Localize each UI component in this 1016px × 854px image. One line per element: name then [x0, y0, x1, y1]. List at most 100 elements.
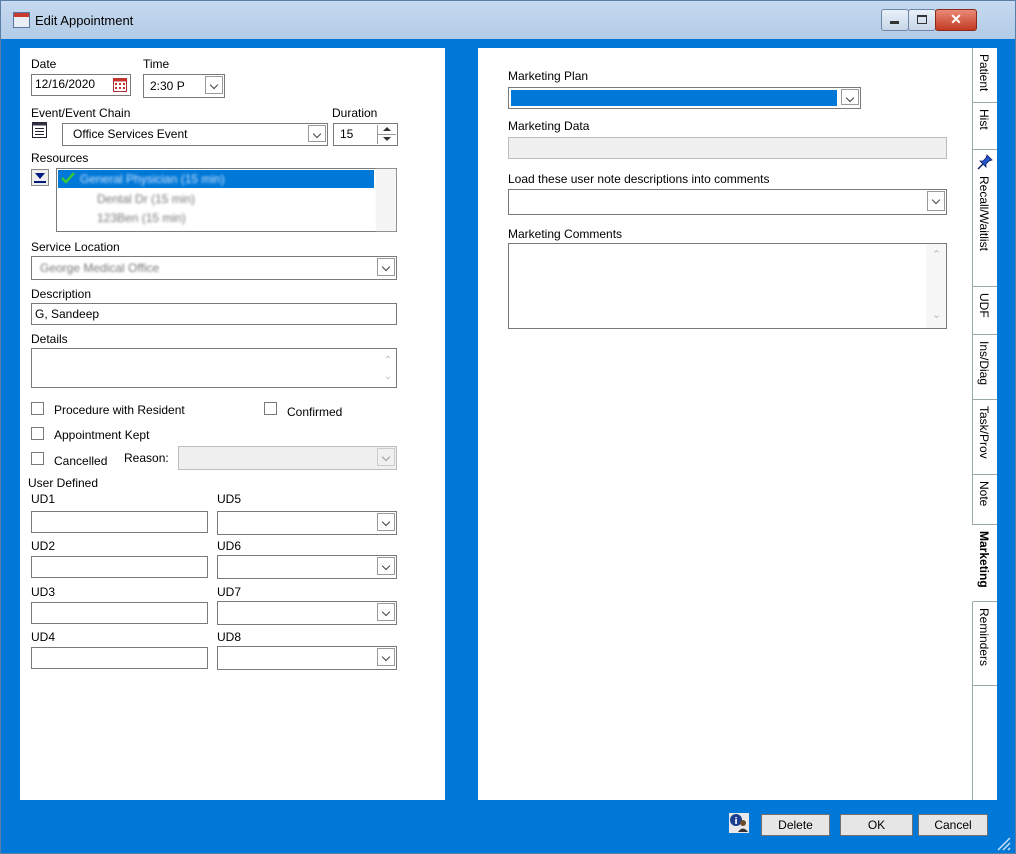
list-item-selected[interactable]: General Physician (15 min) — [58, 170, 374, 188]
details-label: Details — [31, 332, 68, 346]
marketing-comments-textarea[interactable]: ⌃ ⌄ — [508, 243, 947, 329]
date-value: 12/16/2020 — [35, 77, 96, 91]
duration-label: Duration — [332, 106, 378, 120]
ud4-input[interactable] — [31, 647, 208, 669]
chevron-down-icon[interactable] — [308, 125, 326, 142]
triangle-down-icon — [35, 173, 45, 179]
event-list-icon[interactable] — [32, 122, 47, 138]
comments-scrollbar[interactable]: ⌃ ⌄ — [926, 244, 946, 328]
ud5-select[interactable] — [217, 511, 397, 535]
info-help-icon[interactable]: i — [729, 813, 749, 833]
ud5-label: UD5 — [217, 492, 242, 506]
ud6-select[interactable] — [217, 555, 397, 579]
scroll-down-icon[interactable]: ⌄ — [932, 308, 941, 321]
tab-ins-diag[interactable]: Ins/Diag — [973, 335, 997, 400]
chevron-down-icon[interactable] — [377, 448, 395, 466]
tab-label: Hist — [977, 109, 991, 130]
tab-task-prov[interactable]: Task/Prov — [973, 400, 997, 475]
resources-menu-button[interactable] — [31, 169, 49, 186]
ud7-label: UD7 — [217, 585, 242, 599]
scroll-up-icon[interactable]: ⌃ — [384, 355, 392, 366]
ud1-input[interactable] — [31, 511, 208, 533]
cancel-button[interactable]: Cancel — [918, 814, 988, 836]
ud2-label: UD2 — [31, 539, 56, 553]
marketing-panel: Marketing Plan Marketing Data Load these… — [478, 48, 973, 800]
chevron-down-icon[interactable] — [377, 513, 395, 531]
procedure-with-resident-label: Procedure with Resident — [54, 403, 185, 417]
cancelled-checkbox[interactable] — [31, 452, 44, 465]
ud1-label: UD1 — [31, 492, 56, 506]
service-location-select[interactable]: George Medical Office — [31, 256, 397, 280]
appointment-kept-label: Appointment Kept — [54, 428, 150, 442]
marketing-plan-select[interactable] — [508, 87, 861, 109]
date-field[interactable]: 12/16/2020 — [31, 74, 131, 96]
event-value: Office Services Event — [73, 127, 188, 141]
maximize-button[interactable] — [908, 9, 936, 31]
ok-button[interactable]: OK — [840, 814, 913, 836]
time-select[interactable]: 2:30 P — [143, 74, 225, 98]
tab-hist[interactable]: Hist — [973, 103, 997, 150]
calendar-picker-icon[interactable] — [113, 78, 127, 92]
duration-stepper[interactable]: 15 — [333, 123, 398, 146]
spin-up-icon[interactable] — [383, 127, 391, 131]
reason-select[interactable] — [178, 446, 397, 470]
ud3-input[interactable] — [31, 602, 208, 624]
appointment-details-panel: Date 12/16/2020 Time 2:30 P Event/Event … — [20, 48, 445, 800]
tab-note[interactable]: Note — [973, 475, 997, 525]
tab-udf[interactable]: UDF — [973, 287, 997, 335]
date-label: Date — [31, 57, 57, 71]
tab-label: UDF — [977, 293, 991, 318]
window-title: Edit Appointment — [35, 13, 134, 28]
chevron-down-icon[interactable] — [841, 89, 859, 105]
tab-recall-waitlist[interactable]: Recall/Waitlist — [973, 150, 997, 287]
load-notes-select[interactable] — [508, 189, 947, 215]
spin-down-icon[interactable] — [383, 137, 391, 141]
ud2-input[interactable] — [31, 556, 208, 578]
marketing-data-label: Marketing Data — [508, 119, 590, 133]
duration-value: 15 — [340, 127, 354, 141]
tab-label: Task/Prov — [977, 406, 991, 459]
vertical-tab-strip: Patient Hist Recall/Waitlist UDF Ins/Dia… — [972, 48, 997, 800]
details-textarea[interactable]: ⌃ ⌄ — [31, 348, 397, 388]
title-bar[interactable]: Edit Appointment ✕ — [1, 1, 1015, 39]
appointment-kept-checkbox[interactable] — [31, 427, 44, 440]
tab-label: Ins/Diag — [977, 341, 991, 386]
minimize-icon — [882, 10, 908, 30]
minimize-button[interactable] — [881, 9, 909, 31]
chevron-down-icon[interactable] — [377, 258, 395, 276]
chevron-down-icon[interactable] — [377, 557, 395, 575]
resize-grip-icon[interactable] — [996, 836, 1012, 852]
chevron-down-icon[interactable] — [377, 648, 395, 666]
list-item[interactable]: 123Ben (15 min) — [97, 211, 186, 225]
tab-reminders[interactable]: Reminders — [973, 602, 997, 686]
user-defined-label: User Defined — [28, 476, 99, 490]
description-input[interactable]: G, Sandeep — [31, 303, 397, 325]
confirmed-checkbox[interactable] — [264, 402, 277, 415]
spin-buttons[interactable] — [377, 125, 396, 144]
chevron-down-icon[interactable] — [205, 76, 223, 94]
delete-button[interactable]: Delete — [761, 814, 830, 836]
ud7-select[interactable] — [217, 601, 397, 625]
tab-label: Note — [977, 481, 991, 507]
description-label: Description — [31, 287, 92, 301]
resources-scrollbar[interactable] — [376, 169, 396, 231]
service-location-label: Service Location — [31, 240, 120, 254]
scroll-up-icon[interactable]: ⌃ — [932, 248, 941, 261]
ud6-label: UD6 — [217, 539, 242, 553]
procedure-with-resident-checkbox[interactable] — [31, 402, 44, 415]
tab-marketing[interactable]: Marketing — [972, 525, 997, 602]
resources-list[interactable]: General Physician (15 min) Dental Dr (15… — [56, 168, 397, 232]
marketing-data-field — [508, 137, 947, 159]
tab-patient[interactable]: Patient — [973, 48, 997, 103]
chevron-down-icon[interactable] — [927, 191, 945, 211]
event-select[interactable]: Office Services Event — [62, 123, 328, 146]
close-button[interactable]: ✕ — [935, 9, 977, 31]
ud4-label: UD4 — [31, 630, 56, 644]
chevron-down-icon[interactable] — [377, 603, 395, 621]
scroll-down-icon[interactable]: ⌄ — [384, 371, 392, 382]
time-label: Time — [143, 57, 170, 71]
resources-label: Resources — [31, 151, 89, 165]
description-value: G, Sandeep — [35, 307, 100, 321]
ud8-select[interactable] — [217, 646, 397, 670]
list-item[interactable]: Dental Dr (15 min) — [97, 192, 195, 206]
